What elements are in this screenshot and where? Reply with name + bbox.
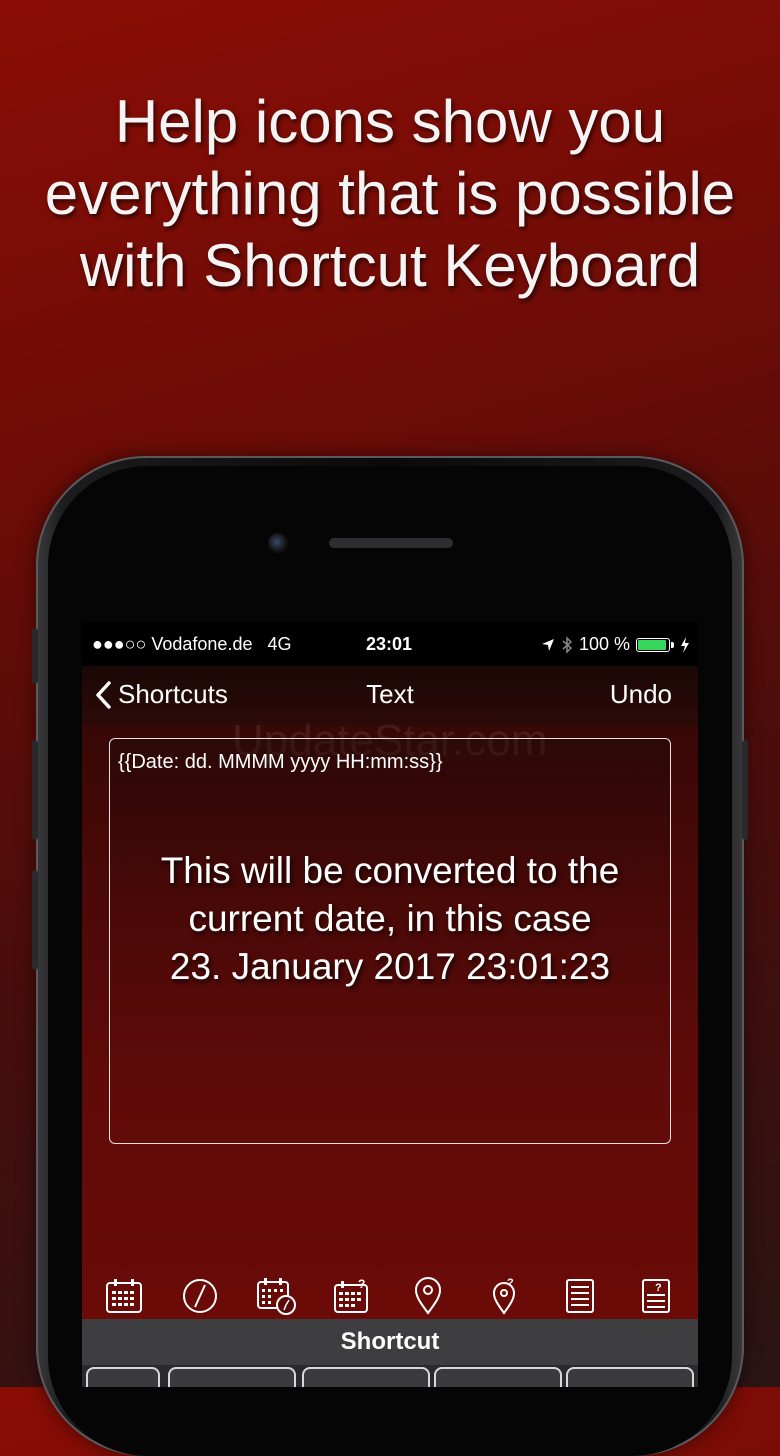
keyboard-bar: Shortcut bbox=[82, 1319, 698, 1365]
clock-icon[interactable] bbox=[180, 1276, 220, 1316]
location-arrow-icon bbox=[541, 638, 554, 651]
carrier-label: ●●●○○ Vodafone.de bbox=[92, 634, 253, 654]
front-camera bbox=[268, 533, 288, 553]
undo-button[interactable]: Undo bbox=[610, 679, 672, 710]
location-pin-icon[interactable] bbox=[408, 1276, 448, 1316]
callout-line: current date, in this case bbox=[188, 898, 592, 939]
bluetooth-icon bbox=[562, 635, 573, 654]
keyboard-keys bbox=[82, 1365, 698, 1387]
list-help-icon[interactable]: ? bbox=[636, 1276, 676, 1316]
battery-tip bbox=[671, 641, 674, 648]
battery-percent: 100 % bbox=[578, 634, 630, 654]
earpiece-speaker bbox=[329, 538, 453, 548]
text-editor[interactable]: {{Date: dd. MMMM yyyy HH:mm:ss}} This wi… bbox=[109, 738, 671, 1144]
keyboard-key[interactable] bbox=[302, 1367, 430, 1387]
svg-text:?: ? bbox=[655, 1282, 662, 1294]
volume-button bbox=[32, 870, 38, 970]
headline: Help icons show you everything that is p… bbox=[44, 88, 736, 299]
keyboard-key[interactable] bbox=[566, 1367, 694, 1387]
keyboard-key[interactable] bbox=[434, 1367, 562, 1387]
status-right: 100 % bbox=[541, 634, 690, 655]
nav-title: Text bbox=[366, 679, 414, 709]
svg-text:?: ? bbox=[507, 1277, 514, 1289]
editor-content: {{Date: dd. MMMM yyyy HH:mm:ss}} bbox=[118, 751, 443, 773]
battery-icon bbox=[636, 637, 670, 652]
keyboard-key[interactable] bbox=[86, 1367, 160, 1387]
volume-button bbox=[32, 628, 38, 684]
power-button bbox=[742, 740, 748, 840]
status-bar: ●●●○○ Vodafone.de 4G 23:01 100 % bbox=[82, 622, 698, 666]
callout-overlay: This will be converted to the current da… bbox=[110, 847, 670, 991]
list-icon[interactable] bbox=[560, 1276, 600, 1316]
carrier-info: ●●●○○ Vodafone.de 4G bbox=[92, 634, 292, 655]
location-help-icon[interactable]: ? bbox=[484, 1276, 524, 1316]
calendar-help-icon[interactable]: ? bbox=[332, 1276, 372, 1316]
network-label: 4G bbox=[267, 634, 292, 654]
volume-button bbox=[32, 740, 38, 840]
calendar-time-icon[interactable] bbox=[256, 1276, 296, 1316]
help-toolbar: ? ? ? bbox=[82, 1274, 698, 1318]
calendar-icon[interactable] bbox=[104, 1276, 144, 1316]
nav-bar: UpdateStar.com Shortcuts Text Undo bbox=[82, 666, 698, 765]
status-time: 23:01 bbox=[366, 634, 413, 654]
svg-text:?: ? bbox=[358, 1277, 365, 1291]
keyboard-key[interactable] bbox=[168, 1367, 296, 1387]
callout-line: This will be converted to the bbox=[160, 850, 620, 891]
charging-bolt-icon bbox=[681, 636, 689, 653]
callout-line: 23. January 2017 23:01:23 bbox=[169, 946, 611, 987]
phone-screen: ●●●○○ Vodafone.de 4G 23:01 100 % UpdateS… bbox=[82, 622, 698, 1387]
